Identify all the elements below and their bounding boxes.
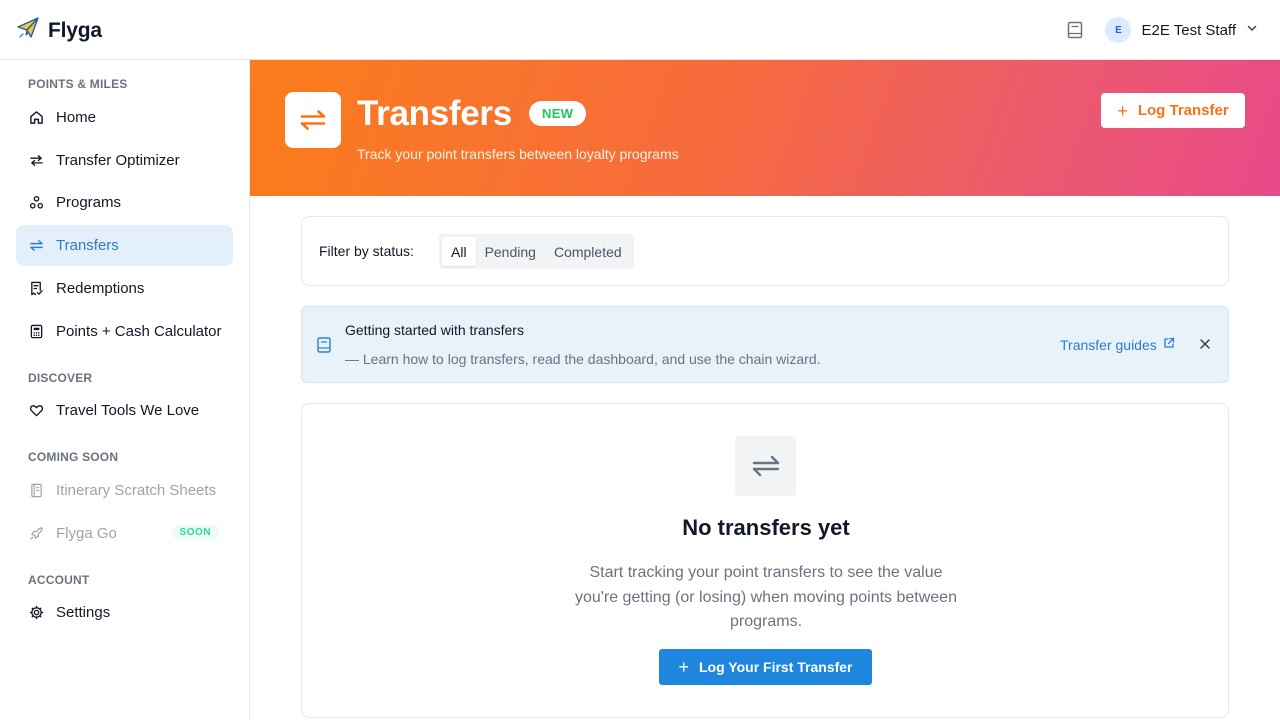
sidebar-item-itinerary: Itinerary Scratch Sheets (16, 470, 233, 511)
sidebar-item-label: Travel Tools We Love (56, 402, 200, 419)
sidebar-item-programs[interactable]: Programs (16, 182, 233, 223)
plus-icon: + (678, 657, 689, 677)
section-label-coming-soon: COMING SOON (28, 450, 119, 464)
sidebar-item-label: Flyga Go (56, 525, 117, 542)
sidebar-item-label: Points + Cash Calculator (56, 323, 222, 340)
sidebar-item-home[interactable]: Home (16, 97, 233, 138)
log-transfer-button[interactable]: + Log Transfer (1101, 93, 1245, 128)
page-subtitle: Track your point transfers between loyal… (357, 146, 679, 162)
home-icon (28, 110, 44, 126)
transfers-icon (28, 238, 44, 254)
filter-all[interactable]: All (442, 237, 476, 266)
log-transfer-label: Log Transfer (1137, 102, 1229, 119)
transfer-guides-label: Transfer guides (1060, 337, 1157, 353)
chevron-down-icon (1246, 21, 1258, 39)
section-label-points-miles: POINTS & MILES (28, 77, 128, 91)
sidebar-item-transfer-optimizer[interactable]: Transfer Optimizer (16, 140, 233, 181)
rocket-icon (28, 526, 44, 542)
arrows-exchange-icon (28, 153, 44, 169)
sidebar-item-label: Programs (56, 194, 122, 211)
sidebar-item-flyga-go: Flyga Go SOON (16, 513, 233, 554)
sidebar-item-label: Settings (56, 604, 111, 621)
empty-title: No transfers yet (682, 515, 850, 540)
brand-name: Flyga (48, 18, 102, 42)
soon-badge: SOON (171, 525, 219, 540)
avatar: E (1105, 17, 1132, 43)
log-first-transfer-label: Log Your First Transfer (699, 659, 853, 675)
brand[interactable]: Flyga (16, 16, 102, 45)
page-title: Transfers (357, 94, 512, 133)
calculator-icon (28, 324, 44, 340)
sidebar-item-label: Transfers (56, 237, 119, 254)
book-icon[interactable] (1063, 18, 1087, 42)
empty-description: Start tracking your point transfers to s… (575, 564, 957, 630)
banner-description: — Learn how to log transfers, read the d… (345, 351, 821, 367)
log-first-transfer-button[interactable]: + Log Your First Transfer (659, 649, 872, 685)
filter-label: Filter by status: (319, 243, 414, 259)
sidebar-item-label: Redemptions (56, 280, 145, 297)
sidebar-item-label: Home (56, 109, 97, 126)
book-icon (317, 337, 331, 353)
sidebar-item-redemptions[interactable]: Redemptions (16, 268, 233, 309)
user-name: E2E Test Staff (1141, 21, 1236, 39)
gear-icon (28, 605, 44, 621)
empty-state: No transfers yet Start tracking your poi… (301, 403, 1229, 718)
status-filter: All Pending Completed (439, 234, 634, 269)
close-icon[interactable] (1198, 337, 1212, 351)
section-label-discover: DISCOVER (28, 371, 93, 385)
paper-plane-logo-icon (16, 16, 40, 45)
getting-started-banner: Getting started with transfers — Learn h… (301, 306, 1229, 383)
sidebar-item-label: Transfer Optimizer (56, 152, 180, 169)
plus-icon: + (1117, 100, 1128, 121)
transfers-hero-icon (285, 92, 341, 148)
transfers-empty-icon (735, 436, 796, 496)
heart-icon (28, 403, 44, 419)
filter-completed[interactable]: Completed (545, 237, 631, 266)
sidebar-item-points-cash-calculator[interactable]: Points + Cash Calculator (16, 311, 233, 352)
top-bar: Flyga E E2E Test Staff (0, 0, 1280, 60)
receipt-icon (28, 281, 44, 297)
filter-card: Filter by status: All Pending Completed (301, 216, 1229, 286)
programs-icon (28, 195, 44, 211)
sidebar: POINTS & MILES Home Transfer Optimizer P… (0, 60, 250, 720)
sidebar-item-label: Itinerary Scratch Sheets (56, 482, 217, 499)
user-menu[interactable]: E E2E Test Staff (1105, 17, 1258, 43)
banner-title: Getting started with transfers (345, 322, 524, 338)
sidebar-item-transfers[interactable]: Transfers (16, 225, 233, 266)
notebook-icon (28, 483, 44, 499)
new-badge: NEW (529, 101, 587, 126)
page-hero: Transfers NEW Track your point transfers… (250, 60, 1280, 196)
sidebar-item-travel-tools[interactable]: Travel Tools We Love (16, 390, 233, 431)
filter-pending[interactable]: Pending (476, 237, 545, 266)
external-link-icon (1163, 336, 1175, 354)
section-label-account: ACCOUNT (28, 573, 90, 587)
sidebar-item-settings[interactable]: Settings (16, 592, 233, 633)
transfer-guides-link[interactable]: Transfer guides (1060, 336, 1175, 354)
